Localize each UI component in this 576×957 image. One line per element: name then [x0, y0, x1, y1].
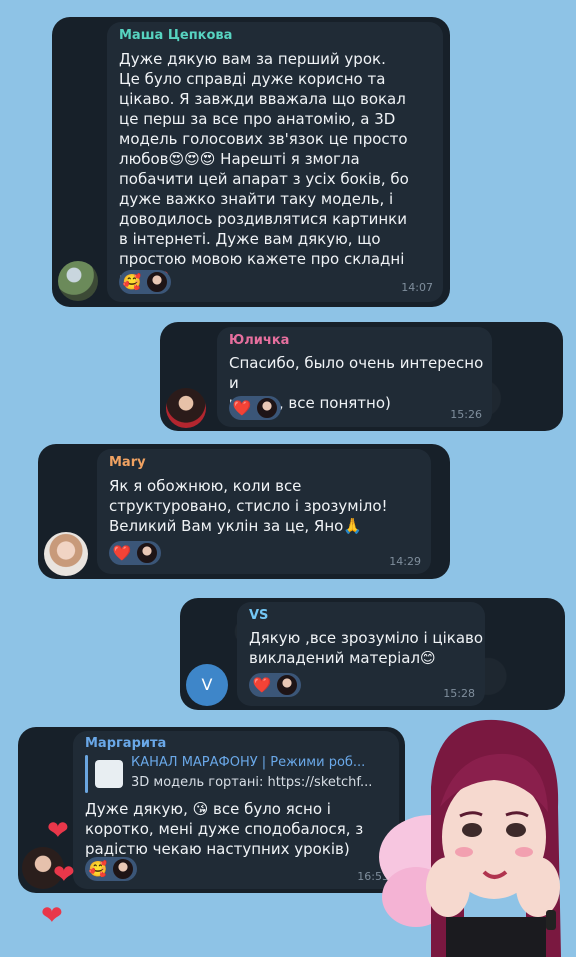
reaction-chip[interactable]: 🥰	[85, 857, 137, 881]
link-thumbnail[interactable]	[95, 760, 123, 788]
reaction-emoji: ❤️	[232, 399, 252, 417]
message-bubble[interactable]: Юличка Спасибо, было очень интересно и ч…	[217, 327, 492, 427]
message-text: Дуже дякую, 😘 все було ясно і коротко, м…	[85, 800, 364, 858]
author-name[interactable]: Маргарита	[85, 736, 166, 751]
message-time: 14:29	[389, 555, 421, 568]
message-time: 15:26	[450, 408, 482, 421]
avatar-sticker	[379, 719, 561, 957]
author-name[interactable]: VS	[249, 608, 268, 623]
heart-icon: ❤	[47, 816, 69, 846]
message-card-2: Юличка Спасибо, было очень интересно и ч…	[160, 322, 563, 431]
reactor-avatar	[256, 397, 278, 419]
author-name[interactable]: Маша Цепкова	[119, 28, 232, 43]
avatar[interactable]	[44, 532, 88, 576]
reaction-chip[interactable]: ❤️	[109, 541, 161, 565]
message-card-4: V VS Дякую ,все зрозуміло і цікаво викла…	[180, 598, 565, 710]
sticker-shirt	[446, 917, 546, 957]
avatar[interactable]	[58, 261, 98, 301]
message-text: Дуже дякую вам за перший урок. Це було с…	[119, 50, 409, 288]
avatar-initial: V	[201, 675, 213, 694]
reaction-chip[interactable]: 🥰	[119, 270, 171, 294]
author-name[interactable]: Юличка	[229, 333, 289, 348]
reaction-emoji: ❤️	[252, 676, 272, 694]
message-bubble[interactable]: Маргарита КАНАЛ МАРАФОНУ | Режими роб...…	[73, 731, 399, 889]
reactor-avatar	[112, 858, 134, 880]
reply-preview-bar	[85, 755, 88, 793]
message-bubble[interactable]: VS Дякую ,все зрозуміло і цікаво викладе…	[237, 602, 485, 706]
message-card-5: Маргарита КАНАЛ МАРАФОНУ | Режими роб...…	[18, 727, 405, 893]
reactor-avatar	[136, 542, 158, 564]
reactor-avatar	[276, 674, 298, 696]
reaction-chip[interactable]: ❤️	[229, 396, 281, 420]
reply-preview-text[interactable]: 3D модель гортані: https://sketchf...	[131, 775, 393, 790]
reply-preview-title[interactable]: КАНАЛ МАРАФОНУ | Режими роб...	[131, 755, 393, 770]
sticker-hand	[516, 857, 560, 917]
reaction-emoji: ❤️	[112, 544, 132, 562]
sticker-eye	[462, 823, 482, 837]
message-time: 15:28	[443, 687, 475, 700]
message-time: 14:07	[401, 281, 433, 294]
message-text: Дякую ,все зрозуміло і цікаво викладений…	[249, 629, 484, 667]
message-text: Як я обожнюю, коли все структуровано, ст…	[109, 477, 388, 535]
author-name[interactable]: Mary	[109, 455, 146, 470]
sticker-cheek	[455, 847, 473, 857]
heart-icon: ❤	[53, 860, 75, 890]
reaction-emoji: 🥰	[122, 273, 142, 291]
sticker-watch	[546, 910, 556, 930]
sticker-hand	[426, 857, 470, 917]
message-card-3: Mary Як я обожнюю, коли все структурован…	[38, 444, 450, 579]
avatar[interactable]	[166, 388, 206, 428]
sticker-eye	[506, 823, 526, 837]
reaction-emoji: 🥰	[88, 860, 108, 878]
heart-icon: ❤	[41, 901, 63, 931]
message-bubble[interactable]: Маша Цепкова Дуже дякую вам за перший ур…	[107, 22, 443, 302]
message-bubble[interactable]: Mary Як я обожнюю, коли все структурован…	[97, 449, 431, 574]
message-card-1: Маша Цепкова Дуже дякую вам за перший ур…	[52, 17, 450, 307]
reaction-chip[interactable]: ❤️	[249, 673, 301, 697]
sticker-cheek	[515, 847, 533, 857]
avatar[interactable]: V	[186, 664, 228, 706]
reactor-avatar	[146, 271, 168, 293]
